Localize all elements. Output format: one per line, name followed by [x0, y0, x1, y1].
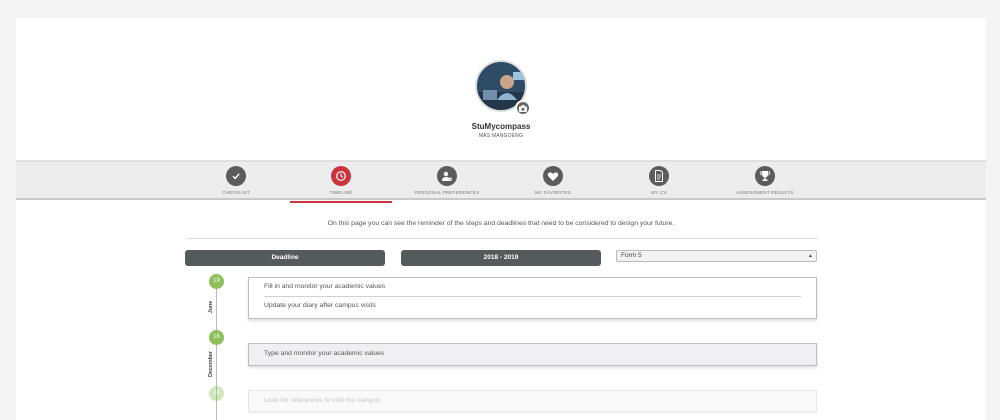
tab-label: CHECKLIST — [222, 190, 250, 195]
tab-label: TIMELINE — [329, 190, 353, 195]
timeline-day: 18 — [209, 386, 224, 401]
avatar[interactable] — [475, 60, 531, 116]
tab-checklist[interactable]: CHECKLIST — [186, 162, 286, 200]
timeline-item[interactable]: Type and monitor your academic values — [249, 344, 816, 357]
tab-my-favorites[interactable]: MY FAVORITES — [503, 162, 603, 200]
tab-assessment-results[interactable]: ASSESSMENT RESULTS — [715, 162, 815, 200]
user-settings-icon — [437, 166, 457, 186]
tab-label: MY CV — [651, 190, 667, 195]
document-icon — [649, 166, 669, 186]
timeline-item[interactable]: Update your diary after campus visits — [249, 297, 816, 309]
timeline-month: June — [208, 300, 214, 314]
trophy-icon — [755, 166, 775, 186]
page-container: StuMycompass MAS MANGOENG CHECKLIST TIME… — [16, 18, 986, 420]
tab-personal-preferences[interactable]: PERSONAL PREFERENCES — [397, 162, 497, 200]
tab-label: ASSESSMENT RESULTS — [736, 190, 794, 195]
tab-my-cv[interactable]: MY CV — [609, 162, 709, 200]
timeline-item[interactable]: Look for references to visit the campus — [249, 391, 816, 404]
timeline-card: Type and monitor your academic values — [248, 343, 817, 366]
heart-icon — [543, 166, 563, 186]
profile-school: MAS MANGOENG — [478, 133, 524, 139]
intro-text: On this page you can see the reminder of… — [327, 220, 675, 227]
camera-icon[interactable] — [515, 100, 531, 116]
divider — [186, 238, 818, 239]
clock-icon — [331, 166, 351, 186]
tab-label: MY FAVORITES — [535, 190, 571, 195]
timeline-card: Look for references to visit the campus — [248, 390, 817, 412]
tab-label: PERSONAL PREFERENCES — [414, 190, 480, 195]
check-icon — [226, 166, 246, 186]
timeline-day: 18 — [209, 330, 224, 345]
year-button[interactable]: 2018 - 2019 — [401, 250, 601, 266]
select-arrows-icon: ▲ — [808, 253, 813, 259]
timeline-card: Fill in and monitor your academic values… — [248, 277, 817, 319]
deadline-button[interactable]: Deadline — [185, 250, 385, 266]
tab-timeline[interactable]: TIMELINE — [290, 162, 392, 203]
profile-name: StuMycompass — [471, 122, 531, 131]
form-select[interactable]: Form 5 ▲ — [616, 250, 817, 262]
form-select-value: Form 5 — [621, 252, 642, 259]
tab-bar: CHECKLIST TIMELINE PERSONAL PREFERENCES … — [16, 160, 986, 203]
timeline-item[interactable]: Fill in and monitor your academic values — [249, 278, 816, 296]
timeline-month: December — [208, 350, 214, 378]
